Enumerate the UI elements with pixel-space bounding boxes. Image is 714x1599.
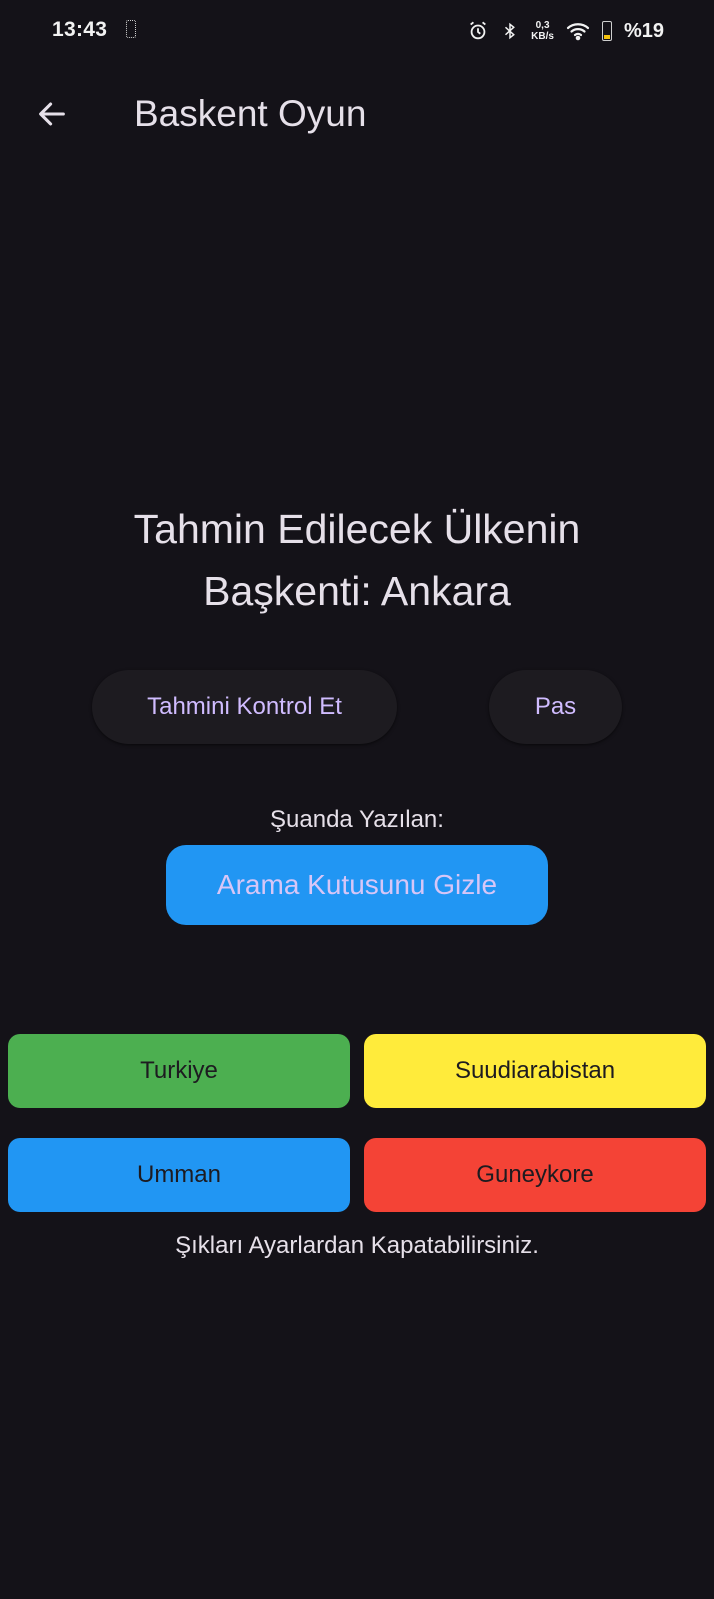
arrow-back-icon [39,102,65,126]
battery-percent: %19 [623,19,664,42]
option-button-4[interactable]: Guneykore [364,1138,706,1212]
option-button-3[interactable]: Umman [8,1138,350,1212]
check-guess-button[interactable]: Tahmini Kontrol Et [92,670,397,744]
option-button-2[interactable]: Suudiarabistan [364,1034,706,1108]
option-button-1[interactable]: Turkiye [8,1034,350,1108]
battery-level [603,35,610,39]
vibrate-icon [126,20,136,38]
pass-button[interactable]: Pas [489,670,622,744]
status-icons: 0,3 KB/s %19 [467,16,664,46]
alarm-icon [467,20,489,42]
question-line-2: Başkenti: Ankara [203,568,511,614]
network-speed-value: 0,3 [535,20,550,31]
page-title: Baskent Oyun [134,93,367,134]
wifi-icon [566,21,590,41]
status-bar: 13:43 0,3 KB/s %19 [0,0,714,62]
network-speed: 0,3 KB/s [531,20,554,42]
question-line-1: Tahmin Edilecek Ülkenin [133,506,581,552]
hide-search-button[interactable]: Arama Kutusunu Gizle [166,845,548,925]
app-bar: Baskent Oyun [0,70,714,154]
network-speed-unit: KB/s [531,31,554,42]
question-text: Tahmin Edilecek Ülkenin Başkenti: Ankara [60,498,654,622]
status-time: 13:43 [52,18,108,41]
battery-icon [601,21,612,41]
options-settings-note: Şıkları Ayarlardan Kapatabilirsiniz. [175,1232,539,1259]
current-typed-label: Şuanda Yazılan: [270,806,444,833]
bluetooth-icon [501,20,519,42]
back-button[interactable] [28,90,76,138]
